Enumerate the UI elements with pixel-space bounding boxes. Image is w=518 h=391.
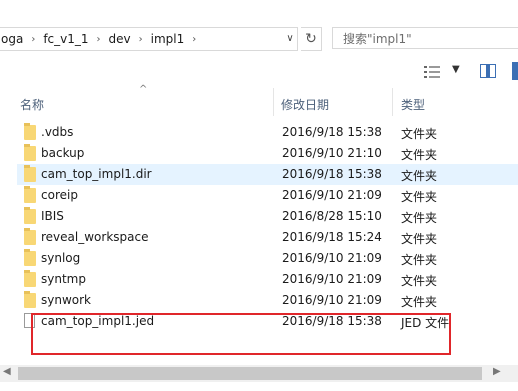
file-row[interactable]: backup 2016/9/10 21:10 文件夹: [17, 143, 518, 164]
chevron-right-icon[interactable]: ›: [93, 34, 105, 45]
chevron-right-icon[interactable]: ›: [135, 34, 147, 45]
file-type: 文件夹: [401, 295, 438, 309]
file-name: backup: [41, 146, 85, 160]
file-type: 文件夹: [401, 148, 438, 162]
folder-icon: [24, 249, 36, 266]
column-header-date[interactable]: 修改日期: [281, 96, 329, 113]
file-name: IBIS: [41, 209, 64, 223]
file-row[interactable]: coreip 2016/9/10 21:09 文件夹: [17, 185, 518, 206]
scroll-edge-icon: [512, 62, 518, 80]
file-name: coreip: [41, 188, 78, 202]
file-type: 文件夹: [401, 211, 438, 225]
horizontal-scrollbar[interactable]: ◀ ▶: [0, 365, 518, 382]
file-date: 2016/9/10 21:09: [282, 272, 382, 286]
file-type: 文件夹: [401, 274, 438, 288]
file-date: 2016/9/10 21:09: [282, 188, 382, 202]
view-options-dropdown-icon[interactable]: ▼: [452, 64, 460, 75]
file-name: cam_top_impl1.dir: [41, 167, 152, 181]
folder-icon: [24, 270, 36, 287]
file-type: 文件夹: [401, 190, 438, 204]
file-row[interactable]: cam_top_impl1.dir 2016/9/18 15:38 文件夹: [17, 164, 518, 185]
file-date: 2016/8/28 15:10: [282, 209, 382, 223]
folder-icon: [24, 144, 36, 161]
file-name: .vdbs: [41, 125, 74, 139]
file-type: 文件夹: [401, 232, 438, 246]
scrollbar-thumb[interactable]: [18, 367, 482, 380]
address-bar[interactable]: oga › fc_v1_1 › dev › impl1 ›: [0, 27, 298, 51]
breadcrumb-item[interactable]: oga: [0, 32, 27, 46]
address-bar-area: oga › fc_v1_1 › dev › impl1 › ∨ ↻ 搜索"imp…: [0, 0, 518, 55]
file-row[interactable]: .vdbs 2016/9/18 15:38 文件夹: [17, 122, 518, 143]
breadcrumb-item[interactable]: dev: [105, 32, 135, 46]
file-row[interactable]: IBIS 2016/8/28 15:10 文件夹: [17, 206, 518, 227]
address-history-dropdown-icon[interactable]: ∨: [280, 27, 300, 49]
annotation-highlight-box: [31, 313, 451, 355]
breadcrumb-item[interactable]: fc_v1_1: [39, 32, 92, 46]
file-date: 2016/9/10 21:09: [282, 251, 382, 265]
folder-icon: [24, 186, 36, 203]
refresh-icon[interactable]: ↻: [301, 27, 322, 51]
column-divider[interactable]: [273, 88, 274, 116]
scroll-right-icon[interactable]: ▶: [493, 366, 501, 377]
file-row[interactable]: reveal_workspace 2016/9/18 15:24 文件夹: [17, 227, 518, 248]
file-name: syntmp: [41, 272, 86, 286]
folder-icon: [24, 291, 36, 308]
file-date: 2016/9/10 21:10: [282, 146, 382, 160]
file-type: 文件夹: [401, 127, 438, 141]
file-name: reveal_workspace: [41, 230, 149, 244]
file-name: synlog: [41, 251, 81, 265]
file-date: 2016/9/10 21:09: [282, 293, 382, 307]
status-area: [0, 382, 518, 391]
details-view-icon[interactable]: [424, 66, 440, 78]
view-toolbar: [0, 58, 518, 88]
file-name: synwork: [41, 293, 91, 307]
file-date: 2016/9/18 15:38: [282, 167, 382, 181]
folder-icon: [24, 165, 36, 182]
search-input[interactable]: 搜索"impl1": [332, 27, 518, 49]
file-date: 2016/9/18 15:24: [282, 230, 382, 244]
scroll-left-icon[interactable]: ◀: [3, 366, 11, 377]
folder-icon: [24, 228, 36, 245]
file-row[interactable]: syntmp 2016/9/10 21:09 文件夹: [17, 269, 518, 290]
folder-icon: [24, 123, 36, 140]
file-type: 文件夹: [401, 169, 438, 183]
file-date: 2016/9/18 15:38: [282, 125, 382, 139]
breadcrumb-item[interactable]: impl1: [147, 32, 189, 46]
file-type: 文件夹: [401, 253, 438, 267]
column-divider[interactable]: [392, 88, 393, 116]
file-row[interactable]: synlog 2016/9/10 21:09 文件夹: [17, 248, 518, 269]
preview-pane-icon[interactable]: [480, 64, 496, 78]
folder-icon: [24, 207, 36, 224]
column-header-type[interactable]: 类型: [401, 96, 425, 113]
chevron-right-icon[interactable]: ›: [188, 34, 200, 45]
chevron-right-icon[interactable]: ›: [27, 34, 39, 45]
column-header-name[interactable]: 名称: [20, 96, 44, 113]
file-row[interactable]: synwork 2016/9/10 21:09 文件夹: [17, 290, 518, 311]
column-header-row: 名称 修改日期 类型: [0, 90, 518, 114]
